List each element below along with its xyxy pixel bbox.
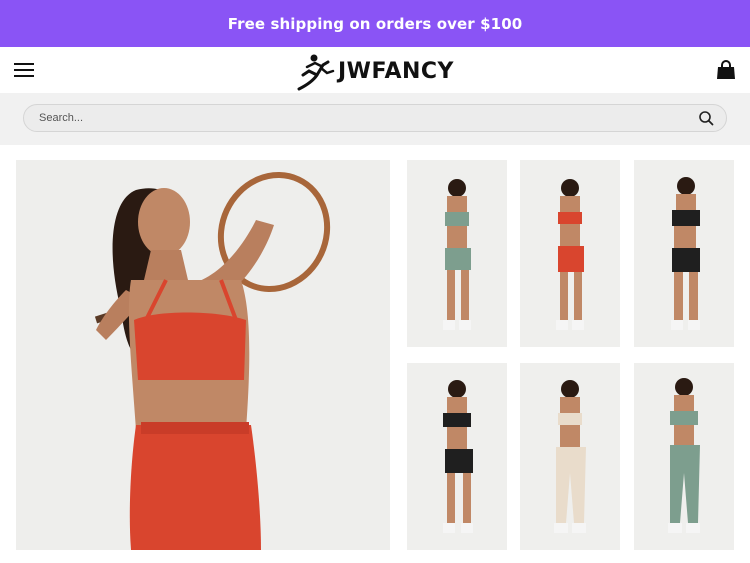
hamburger-menu-icon[interactable]	[14, 63, 34, 77]
thumbnail-6[interactable]	[634, 363, 734, 550]
thumbnail-4[interactable]	[407, 363, 507, 550]
search-icon[interactable]	[698, 110, 714, 126]
product-thumbnail-image	[634, 363, 734, 550]
shopping-bag-icon[interactable]	[715, 59, 737, 81]
thumbnail-5[interactable]	[520, 363, 620, 550]
product-thumbnail-image	[407, 160, 507, 347]
search-box	[23, 104, 727, 132]
thumbnail-2[interactable]	[520, 160, 620, 347]
thumbnail-3[interactable]	[634, 160, 734, 347]
product-thumbnail-image	[407, 363, 507, 550]
runner-logo-icon	[297, 54, 335, 91]
product-thumbnail-image	[520, 160, 620, 347]
thumbnail-1[interactable]	[407, 160, 507, 347]
product-photo-red-set	[16, 160, 390, 550]
site-header: JWFANCY	[0, 47, 750, 93]
search-input[interactable]	[39, 112, 698, 124]
product-thumbnail-image	[520, 363, 620, 550]
product-thumbnail-image	[634, 160, 734, 347]
main-product-image[interactable]	[16, 160, 390, 550]
brand-name: JWFANCY	[338, 58, 454, 84]
brand-logo[interactable]: JWFANCY	[297, 51, 454, 91]
search-bar-area	[0, 93, 750, 145]
promo-text: Free shipping on orders over $100	[227, 14, 523, 33]
promo-banner: Free shipping on orders over $100	[0, 0, 750, 47]
